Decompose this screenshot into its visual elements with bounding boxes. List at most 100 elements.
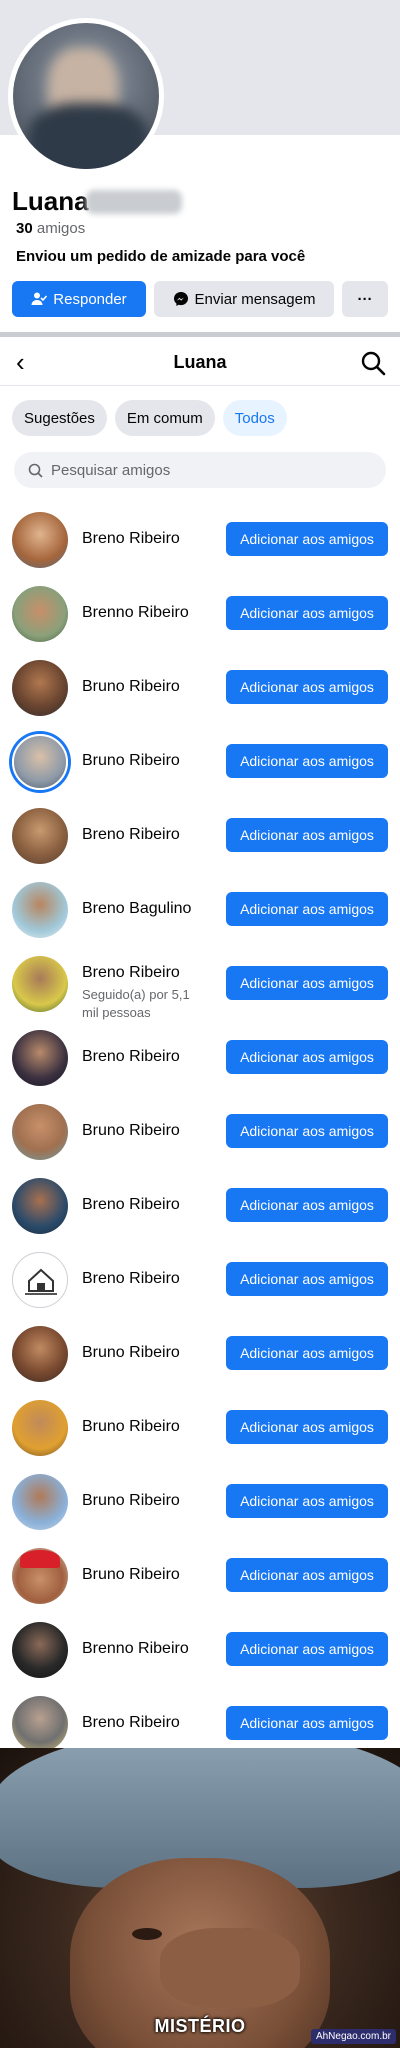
friend-name[interactable]: Breno Ribeiro <box>82 964 180 982</box>
profile-avatar[interactable] <box>8 18 164 174</box>
add-friend-button[interactable]: Adicionar aos amigos <box>226 966 388 1000</box>
friend-name[interactable]: Bruno Ribeiro <box>82 1492 180 1510</box>
followers-text: Seguido(a) por 5,1 mil pessoas <box>82 987 190 1020</box>
avatar[interactable] <box>12 1104 68 1160</box>
friend-name[interactable]: Breno Ribeiro <box>82 1270 180 1288</box>
list-item[interactable]: Bruno Ribeiro Adicionar aos amigos <box>0 1316 400 1390</box>
house-logo-icon <box>25 1268 57 1295</box>
send-message-button[interactable]: Enviar mensagem <box>154 281 334 317</box>
friend-name[interactable]: Brenno Ribeiro <box>82 604 189 622</box>
avatar[interactable] <box>12 956 68 1012</box>
chip-todos[interactable]: Todos <box>222 400 287 436</box>
search-placeholder: Pesquisar amigos <box>51 461 171 479</box>
profile-name: Luana <box>12 186 89 216</box>
more-button[interactable]: ··· <box>342 281 388 317</box>
avatar[interactable] <box>12 1696 68 1752</box>
search-small-icon <box>28 463 43 478</box>
add-friend-button[interactable]: Adicionar aos amigos <box>226 1336 388 1370</box>
add-friend-button[interactable]: Adicionar aos amigos <box>226 1484 388 1518</box>
friend-name[interactable]: Breno Bagulino <box>82 900 191 918</box>
friend-name[interactable]: Bruno Ribeiro <box>82 1344 180 1362</box>
add-friend-button[interactable]: Adicionar aos amigos <box>226 818 388 852</box>
friend-name[interactable]: Bruno Ribeiro <box>82 1566 180 1584</box>
avatar[interactable] <box>12 586 68 642</box>
add-friend-button[interactable]: Adicionar aos amigos <box>226 744 388 778</box>
avatar[interactable] <box>12 1178 68 1234</box>
add-friend-button[interactable]: Adicionar aos amigos <box>226 522 388 556</box>
add-friend-button[interactable]: Adicionar aos amigos <box>226 1558 388 1592</box>
add-friend-button[interactable]: Adicionar aos amigos <box>226 596 388 630</box>
list-item[interactable]: Bruno Ribeiro Adicionar aos amigos <box>0 1094 400 1168</box>
list-item[interactable]: Bruno Ribeiro Adicionar aos amigos <box>0 1390 400 1464</box>
meme-image: MISTÉRIO AhNegao.com.br <box>0 1748 400 2048</box>
friend-name[interactable]: Breno Ribeiro <box>82 826 180 844</box>
friend-name[interactable]: Breno Ribeiro <box>82 530 180 548</box>
avatar[interactable] <box>12 882 68 938</box>
avatar[interactable] <box>12 1548 68 1604</box>
avatar[interactable] <box>12 1326 68 1382</box>
add-friend-button[interactable]: Adicionar aos amigos <box>226 1262 388 1296</box>
friend-name[interactable]: Bruno Ribeiro <box>82 678 180 696</box>
friend-name[interactable]: Bruno Ribeiro <box>82 1418 180 1436</box>
section-divider <box>0 332 400 337</box>
avatar[interactable] <box>12 1400 68 1456</box>
friend-name[interactable]: Breno Ribeiro <box>82 1048 180 1066</box>
friend-name[interactable]: Bruno Ribeiro <box>82 752 180 770</box>
list-item[interactable]: Breno Ribeiro Adicionar aos amigos <box>0 502 400 576</box>
friend-name[interactable]: Brenno Ribeiro <box>82 1640 189 1658</box>
search-friends-input[interactable]: Pesquisar amigos <box>14 452 386 488</box>
watermark: AhNegao.com.br <box>310 2029 396 2044</box>
left-eye <box>132 1928 162 1940</box>
list-item[interactable]: Bruno Ribeiro Adicionar aos amigos <box>0 1538 400 1612</box>
avatar[interactable] <box>12 734 68 790</box>
friend-request-text: Enviou um pedido de amizade para você <box>16 248 306 265</box>
send-message-label: Enviar mensagem <box>194 290 316 308</box>
add-friend-button[interactable]: Adicionar aos amigos <box>226 1410 388 1444</box>
avatar[interactable] <box>12 1030 68 1086</box>
list-item[interactable]: Breno Bagulino Adicionar aos amigos <box>0 872 400 946</box>
friend-name[interactable]: Bruno Ribeiro <box>82 1122 180 1140</box>
list-item[interactable]: Breno Ribeiro Adicionar aos amigos <box>0 1168 400 1242</box>
hand <box>160 1928 300 2008</box>
friends-list: Breno Ribeiro Adicionar aos amigos Brenno… <box>0 502 400 1760</box>
list-item[interactable]: Breno Ribeiro Adicionar aos amigos <box>0 798 400 872</box>
messenger-icon <box>173 292 188 306</box>
list-item[interactable]: Breno Ribeiro Adicionar aos amigos <box>0 1242 400 1316</box>
add-friend-button[interactable]: Adicionar aos amigos <box>226 1188 388 1222</box>
list-item[interactable]: Breno Ribeiro Seguido(a) por 5,1 mil pess… <box>0 946 400 1020</box>
friend-name[interactable]: Breno Ribeiro <box>82 1714 180 1732</box>
add-friend-button[interactable]: Adicionar aos amigos <box>226 1114 388 1148</box>
respond-label: Responder <box>53 290 127 308</box>
chip-em-comum[interactable]: Em comum <box>114 400 215 436</box>
filter-chips: Sugestões Em comum Todos <box>12 400 287 436</box>
friends-page-title: Luana <box>173 352 227 372</box>
friends-nav-bar: ‹ Luana <box>0 340 400 386</box>
avatar[interactable] <box>12 1622 68 1678</box>
search-icon[interactable] <box>360 350 386 376</box>
add-friend-button[interactable]: Adicionar aos amigos <box>226 1706 388 1740</box>
add-friend-button[interactable]: Adicionar aos amigos <box>226 892 388 926</box>
friend-name[interactable]: Breno Ribeiro <box>82 1196 180 1214</box>
friends-count-label: amigos <box>36 220 86 237</box>
chip-sugestoes[interactable]: Sugestões <box>12 400 107 436</box>
avatar[interactable] <box>12 1474 68 1530</box>
surname-blur <box>86 190 182 214</box>
avatar[interactable] <box>12 512 68 568</box>
list-item[interactable]: Breno Ribeiro Adicionar aos amigos <box>0 1020 400 1094</box>
add-friend-button[interactable]: Adicionar aos amigos <box>226 670 388 704</box>
add-friend-button[interactable]: Adicionar aos amigos <box>226 1040 388 1074</box>
list-item[interactable]: Bruno Ribeiro Adicionar aos amigos <box>0 1464 400 1538</box>
avatar[interactable] <box>12 808 68 864</box>
list-item[interactable]: Bruno Ribeiro Adicionar aos amigos <box>0 724 400 798</box>
friends-count[interactable]: 30 amigos <box>16 220 85 237</box>
list-item[interactable]: Brenno Ribeiro Adicionar aos amigos <box>0 1612 400 1686</box>
friends-count-number: 30 <box>16 220 33 237</box>
add-friend-button[interactable]: Adicionar aos amigos <box>226 1632 388 1666</box>
list-item[interactable]: Bruno Ribeiro Adicionar aos amigos <box>0 650 400 724</box>
list-item[interactable]: Brenno Ribeiro Adicionar aos amigos <box>0 576 400 650</box>
avatar[interactable] <box>12 660 68 716</box>
profile-header: Luana 30 amigos Enviou um pedido de amiz… <box>0 0 400 332</box>
avatar[interactable] <box>12 1252 68 1308</box>
respond-button[interactable]: Responder <box>12 281 146 317</box>
person-check-icon <box>31 292 48 305</box>
